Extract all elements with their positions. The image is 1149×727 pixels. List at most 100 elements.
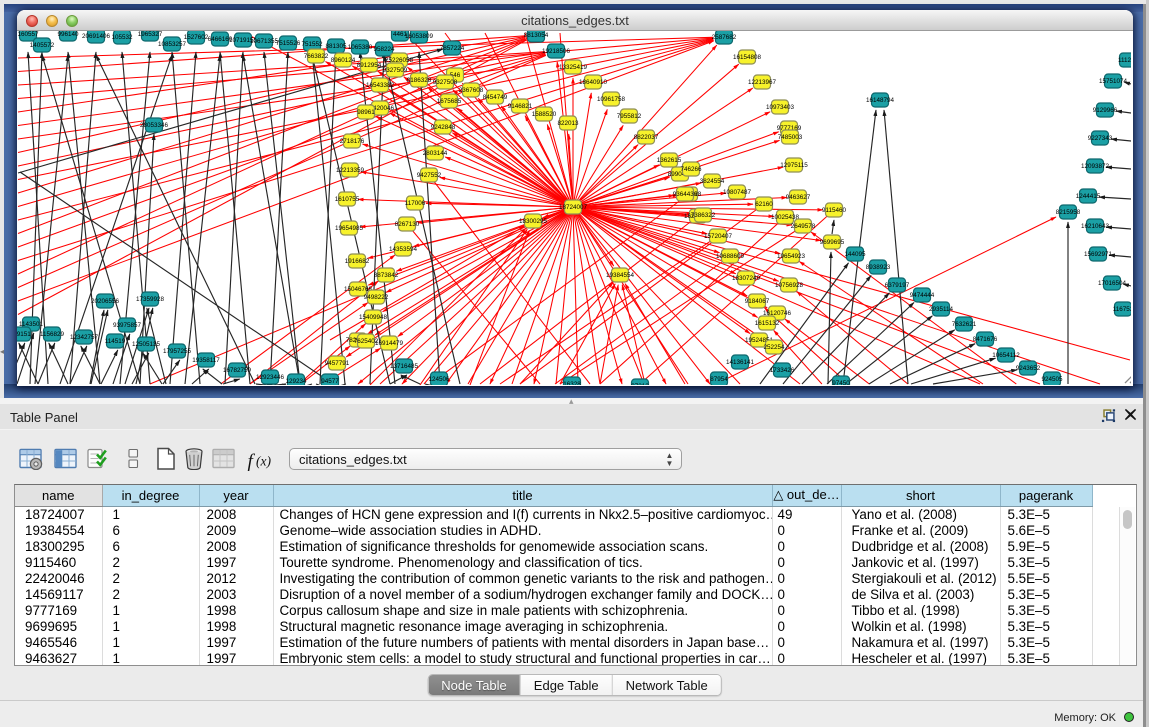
svg-text:160557: 160557 [17,31,39,38]
svg-text:144095: 144095 [844,251,866,258]
svg-text:17016504: 17016504 [1098,280,1127,287]
svg-text:8471676: 8471676 [973,336,998,343]
svg-text:94577: 94577 [321,378,339,385]
svg-text:17957255: 17957255 [163,348,192,355]
svg-text:2649578: 2649578 [791,223,816,230]
svg-text:9327508: 9327508 [433,79,458,86]
svg-text:9129966: 9129966 [1093,107,1118,114]
svg-text:28053346: 28053346 [140,122,169,129]
svg-text:111254: 111254 [1118,57,1131,64]
svg-text:19384554: 19384554 [606,272,635,279]
svg-text:116753: 116753 [1113,306,1131,313]
svg-text:10654112: 10654112 [992,352,1020,359]
svg-text:9327509: 9327509 [383,67,408,74]
svg-text:(x): (x) [256,454,272,470]
svg-text:12505135: 12505135 [132,341,161,348]
svg-text:9115460: 9115460 [822,207,847,214]
svg-text:8912954: 8912954 [357,62,382,69]
svg-text:3824554: 3824554 [700,178,725,185]
svg-text:746266: 746266 [680,166,702,173]
svg-text:62160: 62160 [755,201,773,208]
svg-text:19654923: 19654923 [777,253,806,260]
svg-text:f: f [248,451,256,472]
svg-text:16154808: 16154808 [733,54,762,61]
svg-text:2803144: 2803144 [423,150,448,157]
svg-text:17359928: 17359928 [136,296,165,303]
svg-text:16543382: 16543382 [366,82,395,89]
svg-text:16210643: 16210643 [1081,223,1110,230]
svg-text:1733426: 1733426 [770,367,795,374]
svg-text:7515526: 7515526 [276,40,301,47]
svg-text:20206556: 20206556 [91,298,120,305]
svg-text:15409948: 15409948 [359,314,388,321]
svg-text:822013: 822013 [557,120,579,127]
svg-text:1615132: 1615132 [755,320,780,327]
svg-text:7632621: 7632621 [952,321,977,328]
svg-text:93975857: 93975857 [113,322,142,329]
svg-text:124506: 124506 [428,376,450,383]
svg-text:87954: 87954 [710,376,728,383]
svg-text:8267130: 8267130 [395,221,420,228]
svg-text:958224: 958224 [373,46,395,53]
svg-text:16148794: 16148794 [866,97,895,104]
svg-text:15720407: 15720407 [704,233,733,240]
svg-text:252254: 252254 [763,344,785,351]
svg-text:8873842: 8873842 [374,272,399,279]
svg-text:105532: 105532 [111,34,133,41]
svg-text:10671355: 10671355 [250,38,279,45]
svg-text:12342757: 12342757 [70,334,99,341]
svg-text:751552: 751552 [301,41,323,48]
svg-text:9498222: 9498222 [364,294,389,301]
svg-text:2718176: 2718176 [340,138,365,145]
svg-text:8938923: 8938923 [866,264,891,271]
svg-text:18640910: 18640910 [579,79,608,86]
svg-text:9146821: 9146821 [508,103,533,110]
svg-text:12093872: 12093872 [1081,163,1110,170]
svg-text:19654985: 19654985 [335,225,364,232]
svg-text:2367608: 2367608 [459,87,484,94]
svg-text:18307249: 18307249 [732,275,761,282]
svg-text:9427552: 9427552 [417,172,442,179]
svg-text:12213359: 12213359 [336,167,365,174]
svg-text:10688609: 10688609 [716,253,745,260]
svg-text:16782759: 16782759 [223,367,252,374]
svg-text:10853257: 10853257 [158,41,187,48]
svg-text:97450: 97450 [832,380,850,385]
svg-text:9457791: 9457791 [325,360,350,367]
svg-text:8186328: 8186328 [407,77,432,84]
svg-text:2935114: 2935114 [929,306,954,313]
svg-text:7485003: 7485003 [778,134,803,141]
svg-text:1065380: 1065380 [348,44,373,51]
svg-text:1675685: 1675685 [437,98,462,105]
svg-text:12213967: 12213967 [748,79,777,86]
svg-text:114519: 114519 [105,338,126,345]
svg-text:13325419: 13325419 [559,64,588,71]
svg-text:1588520: 1588520 [532,111,557,118]
svg-text:9364436: 9364436 [673,191,698,198]
svg-text:10807487: 10807487 [723,189,752,196]
svg-text:14353594: 14353594 [389,246,418,253]
svg-text:1362615: 1362615 [657,157,682,164]
svg-text:97312: 97312 [631,383,649,385]
svg-text:996140: 996140 [57,31,79,38]
svg-text:1610755: 1610755 [335,196,360,203]
svg-text:7663822: 7663822 [304,53,329,60]
svg-text:19218506: 19218506 [542,48,571,55]
svg-text:1244415: 1244415 [1076,193,1101,200]
svg-text:12923446: 12923446 [256,374,285,381]
svg-text:1965327: 1965327 [138,31,163,38]
svg-text:1916682: 1916682 [345,258,370,265]
svg-text:18300295: 18300295 [519,218,548,225]
svg-text:8960124: 8960124 [331,57,356,64]
svg-text:8822037: 8822037 [634,134,659,141]
svg-text:9474444: 9474444 [910,292,935,299]
svg-text:10756928: 10756928 [775,282,804,289]
svg-text:6379197: 6379197 [885,282,910,289]
svg-text:7386322: 7386322 [691,212,716,219]
svg-text:98961: 98961 [357,109,375,116]
svg-text:9463627: 9463627 [786,194,811,201]
svg-text:14136141: 14136141 [726,359,755,366]
svg-text:9242848: 9242848 [431,124,456,131]
svg-text:16053809: 16053809 [405,33,434,40]
svg-text:20691406: 20691406 [82,33,111,40]
